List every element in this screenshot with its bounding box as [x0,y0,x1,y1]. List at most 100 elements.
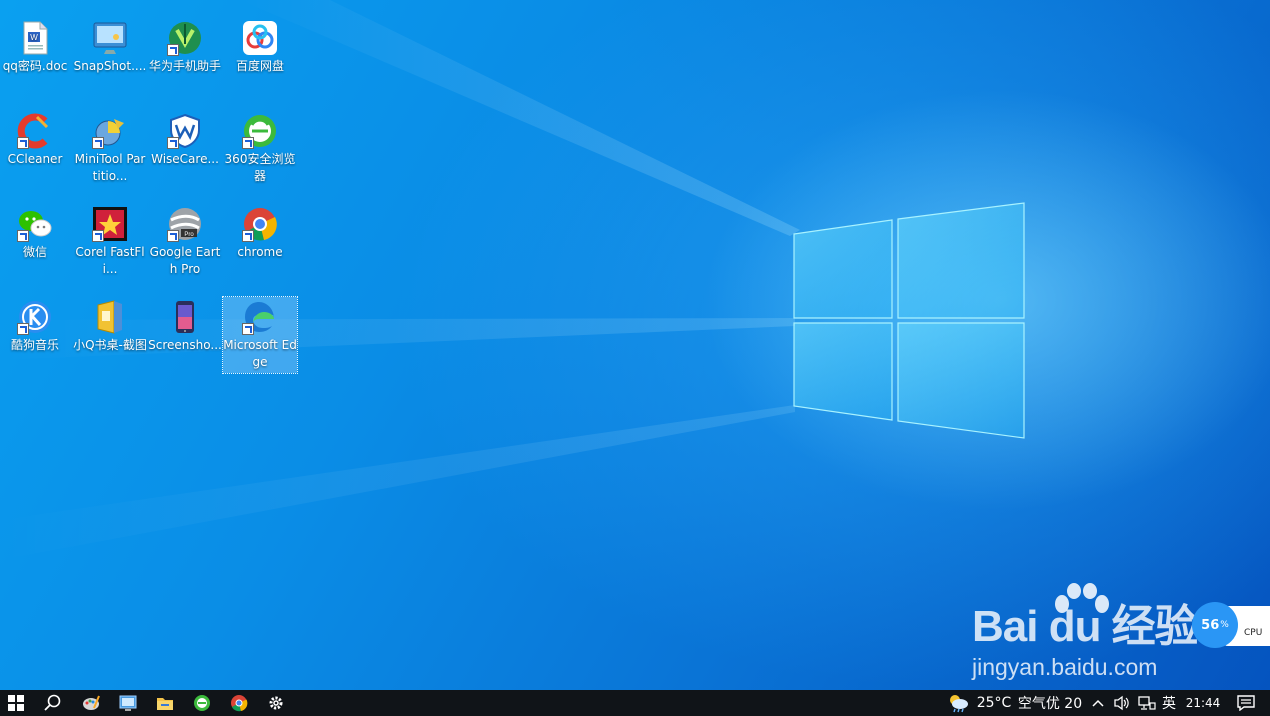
taskbar-app-chrome[interactable] [224,690,254,716]
weather-widget[interactable] [944,690,972,716]
desktop-icon-label: qq密码.doc [2,59,68,73]
cpu-percent-sign: % [1220,620,1229,630]
network-icon [1138,696,1156,710]
speaker-icon [1114,695,1129,711]
shortcut-arrow-icon [242,137,254,149]
shortcut-arrow-icon [242,323,254,335]
svg-text:Pro: Pro [184,232,194,238]
snapshot-icon [92,20,128,56]
desktop-icon-label: 小Q书桌-截图 [73,338,147,352]
desktop-icon-corel[interactable]: Corel FastFli... [73,204,147,280]
shortcut-arrow-icon [92,230,104,242]
weather-temperature[interactable]: 25°C [974,690,1014,716]
partly-cloudy-rain-icon [950,695,968,713]
air-quality[interactable]: 空气优 20 [1016,690,1084,716]
shortcut-arrow-icon [167,44,179,56]
google-earth-icon: Pro [167,206,203,242]
gear-icon [269,696,283,710]
desktop-icon-label: 360安全浏览器 [224,152,296,183]
desktop-icon-label: Microsoft Edge [223,338,297,369]
taskbar-app-360-browser[interactable] [187,690,217,716]
shortcut-arrow-icon [92,137,104,149]
taskbar-app-explorer[interactable] [150,690,180,716]
taskbar-app-settings[interactable] [261,690,291,716]
desktop-icon-label: 华为手机助手 [148,59,221,73]
taskbar-app-paint[interactable] [76,690,106,716]
paint-icon [83,695,100,710]
desktop-icon-label: Google Earth Pro [149,245,221,276]
corel-fastflick-icon [92,206,128,242]
xiaoq-desk-icon [92,299,128,335]
edge-icon [242,299,278,335]
chrome-icon [231,695,248,712]
desktop-icon-label: chrome [237,245,283,259]
start-button[interactable] [0,690,32,716]
desktop-icon-label: 百度网盘 [235,59,284,73]
kugou-icon [17,299,53,335]
shortcut-arrow-icon [17,230,29,242]
desktop-icon-wisecare[interactable]: WiseCare... [148,111,222,187]
watermark-brand: Bai du 经验 [972,602,1199,651]
cpu-percent-value: 56 [1201,617,1220,633]
desktop-icon-qq-doc[interactable]: W qq密码.doc [0,18,72,94]
ccleaner-icon [17,113,53,149]
desktop-icon-label: WiseCare... [151,152,219,166]
wisecare-icon [167,113,203,149]
cpu-label: CPU [1244,628,1263,638]
chrome-icon [242,206,278,242]
desktop-icon-google-earth[interactable]: Pro Google Earth Pro [148,204,222,280]
desktop-icon-label: Screensho... [148,338,222,352]
input-method-indicator[interactable]: 英 [1158,690,1180,716]
desktop-icon-minitool[interactable]: MiniTool Partitio... [73,111,147,187]
watermark-url: jingyan.baidu.com [972,654,1158,680]
desktop-icon-label: 酷狗音乐 [10,338,59,352]
taskbar: 25°C 空气优 20 英 21:44 [0,690,1270,716]
desktop-icon-wechat[interactable]: 微信 [0,204,72,280]
desktop[interactable]: W qq密码.doc SnapShot.... 华为手机助手 百度网盘 CCle… [0,0,1270,690]
desktop-icon-xiaoq[interactable]: 小Q书桌-截图 [73,297,147,373]
shortcut-arrow-icon [17,323,29,335]
desktop-icon-label: 微信 [22,245,47,259]
word-doc-icon: W [17,20,53,56]
notification-center-button[interactable] [1232,690,1260,716]
desktop-icon-edge[interactable]: Microsoft Edge [222,296,298,374]
taskbar-app-snapshot[interactable] [113,690,143,716]
huawei-hisuite-icon [167,20,203,56]
desktop-icon-kugou[interactable]: 酷狗音乐 [0,297,72,373]
desktop-icon-baidu-netdisk[interactable]: 百度网盘 [223,18,297,94]
network-button[interactable] [1135,690,1159,716]
chevron-up-icon [1092,699,1104,707]
360-browser-icon [194,695,210,711]
cpu-percent-badge: 56% [1192,602,1238,648]
shortcut-arrow-icon [167,137,179,149]
shortcut-arrow-icon [167,230,179,242]
folder-icon [157,698,173,710]
minitool-icon [92,113,128,149]
desktop-icon-label: CCleaner [7,152,63,166]
screenshot-app-icon [167,299,203,335]
desktop-icon-chrome[interactable]: chrome [223,204,297,280]
cpu-monitor-widget[interactable]: CPU 56% [1192,602,1270,648]
taskbar-clock[interactable]: 21:44 [1182,690,1224,716]
search-icon [44,694,61,711]
show-hidden-icons-button[interactable] [1088,690,1108,716]
360-browser-icon [242,113,278,149]
desktop-icon-label: MiniTool Partitio... [74,152,146,183]
wechat-icon [17,206,53,242]
svg-text:W: W [30,33,38,42]
windows-logo-icon [8,695,24,711]
desktop-icon-huawei[interactable]: 华为手机助手 [148,18,222,94]
shortcut-arrow-icon [242,230,254,242]
baidu-netdisk-icon [242,20,278,56]
desktop-icon-screenshot[interactable]: Screensho... [148,297,222,373]
desktop-icon-label: SnapShot.... [73,59,147,73]
desktop-icon-ccleaner[interactable]: CCleaner [0,111,72,187]
snapshot-icon [119,695,137,711]
desktop-icon-360-browser[interactable]: 360安全浏览器 [223,111,297,187]
shortcut-arrow-icon [17,137,29,149]
desktop-icon-snapshot[interactable]: SnapShot.... [73,18,147,94]
notification-icon [1237,695,1255,711]
volume-button[interactable] [1110,690,1134,716]
desktop-icon-label: Corel FastFli... [75,245,145,276]
search-button[interactable] [38,690,68,716]
